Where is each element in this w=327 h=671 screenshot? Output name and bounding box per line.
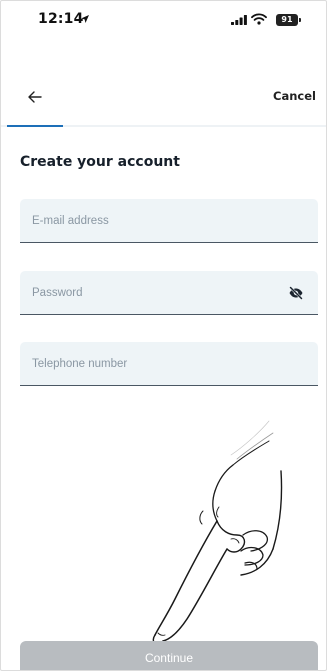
email-field[interactable]	[20, 199, 318, 243]
status-bar: 12:14 91	[1, 1, 326, 45]
status-time: 12:14	[38, 11, 84, 27]
cellular-signal-icon	[231, 15, 247, 25]
screen: 12:14 91 Cancel Create your account E-ma…	[0, 0, 327, 671]
arrow-left-icon	[28, 91, 42, 103]
continue-button[interactable]: Continue	[20, 641, 318, 670]
phone-field[interactable]	[20, 342, 318, 386]
password-field[interactable]	[20, 271, 318, 315]
location-arrow-icon	[81, 15, 89, 23]
progress-bar	[1, 125, 326, 127]
back-button[interactable]	[23, 85, 47, 109]
email-input[interactable]	[20, 199, 318, 242]
progress-fill	[7, 125, 63, 127]
phone-input[interactable]	[20, 342, 318, 385]
page-title: Create your account	[20, 154, 180, 170]
nav-bar: Cancel	[1, 79, 326, 119]
eye-slash-icon[interactable]	[288, 285, 304, 301]
battery-icon: 91	[276, 14, 301, 26]
password-input[interactable]	[20, 271, 318, 314]
pointing-hand-icon	[152, 420, 283, 647]
cancel-button[interactable]: Cancel	[273, 89, 316, 103]
wifi-icon	[251, 13, 267, 25]
